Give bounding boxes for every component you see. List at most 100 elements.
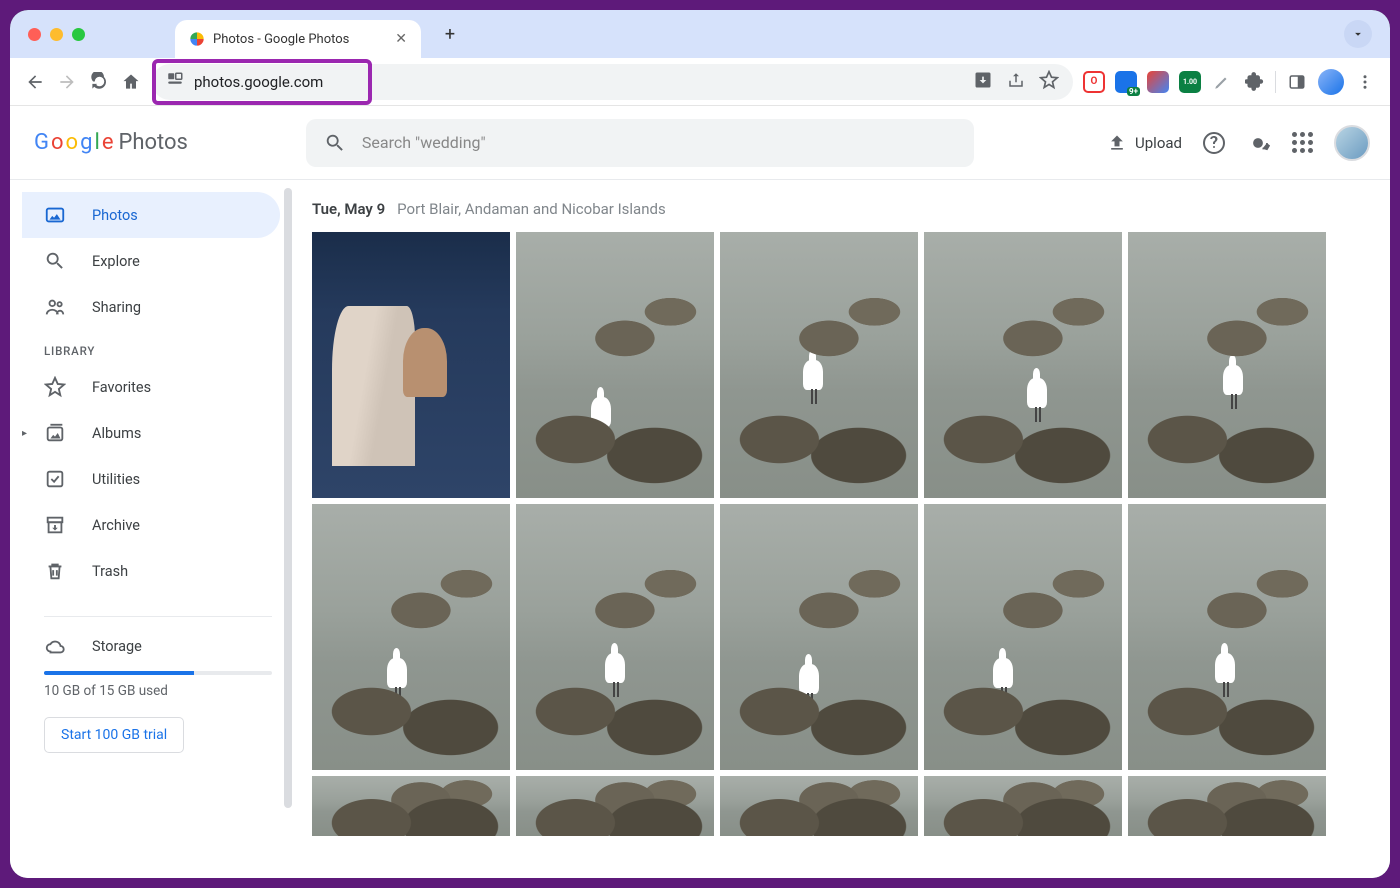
logo-suffix: Photos	[118, 130, 187, 155]
sidebar-item-utilities[interactable]: Utilities	[22, 456, 280, 502]
apps-grid-icon	[1292, 132, 1313, 153]
maximize-window-icon[interactable]	[72, 28, 85, 41]
google-photos-logo[interactable]: Google Photos	[34, 130, 188, 155]
sidebar-item-trash[interactable]: Trash	[22, 548, 280, 594]
sidebar-item-label: Albums	[92, 425, 141, 442]
back-button[interactable]	[24, 71, 46, 93]
reload-button[interactable]	[88, 71, 110, 93]
forward-button[interactable]	[56, 71, 78, 93]
upload-label: Upload	[1135, 134, 1182, 152]
storage-row[interactable]: Storage	[22, 635, 294, 657]
photo-thumbnail[interactable]	[924, 776, 1122, 836]
upload-button[interactable]: Upload	[1107, 133, 1182, 153]
photo-thumbnail[interactable]	[516, 504, 714, 770]
photo-thumbnail[interactable]	[312, 504, 510, 770]
sidebar-item-favorites[interactable]: Favorites	[22, 364, 280, 410]
google-apps-button[interactable]	[1290, 131, 1314, 155]
bookmark-star-icon[interactable]	[1039, 70, 1059, 94]
photo-thumbnail[interactable]	[1128, 504, 1326, 770]
trash-icon	[44, 560, 66, 582]
url-text: photos.google.com	[194, 73, 323, 91]
install-app-icon[interactable]	[973, 70, 993, 94]
sidebar-item-label: Trash	[92, 563, 128, 580]
photos-icon	[44, 204, 66, 226]
separator	[1275, 71, 1276, 93]
photo-thumbnail[interactable]	[312, 776, 510, 836]
search-input[interactable]	[362, 133, 956, 152]
browser-tab[interactable]: Photos - Google Photos ✕	[175, 20, 421, 58]
close-window-icon[interactable]	[28, 28, 41, 41]
extension-green-icon[interactable]: 1.00	[1179, 71, 1201, 93]
photo-thumbnail[interactable]	[516, 776, 714, 836]
tab-title: Photos - Google Photos	[213, 32, 387, 47]
tabs-dropdown-button[interactable]	[1344, 20, 1372, 48]
photo-thumbnail[interactable]	[720, 504, 918, 770]
browser-profile-avatar[interactable]	[1318, 69, 1344, 95]
photo-grid-content: Tue, May 9 Port Blair, Andaman and Nicob…	[294, 180, 1390, 878]
utilities-icon	[44, 468, 66, 490]
sidebar-item-label: Archive	[92, 517, 140, 534]
photo-thumbnail[interactable]	[312, 232, 510, 498]
sidebar-item-label: Photos	[92, 207, 138, 224]
photo-thumbnail[interactable]	[720, 776, 918, 836]
search-bar[interactable]	[306, 119, 974, 167]
photo-thumbnail[interactable]	[1128, 232, 1326, 498]
storage-label: Storage	[92, 638, 142, 655]
extension-blue-icon[interactable]: 9+	[1115, 71, 1137, 93]
caret-right-icon: ▸	[22, 428, 27, 439]
opera-extension-icon[interactable]: O	[1083, 71, 1105, 93]
app-container: Google Photos Upload	[10, 106, 1390, 878]
photos-favicon-icon	[189, 31, 205, 47]
help-button[interactable]	[1202, 131, 1226, 155]
sidebar-item-photos[interactable]: Photos	[22, 192, 280, 238]
close-tab-icon[interactable]: ✕	[395, 31, 407, 47]
home-button[interactable]	[120, 71, 142, 93]
sidebar-item-label: Sharing	[92, 299, 141, 316]
extensions-button[interactable]	[1243, 71, 1265, 93]
photo-thumbnail[interactable]	[924, 504, 1122, 770]
chevron-down-icon	[1351, 27, 1365, 41]
photo-thumbnail[interactable]	[924, 232, 1122, 498]
sidebar-item-albums[interactable]: ▸ Albums	[22, 410, 280, 456]
storage-usage-text: 10 GB of 15 GB used	[22, 683, 294, 699]
settings-button[interactable]	[1246, 131, 1270, 155]
sidebar-item-archive[interactable]: Archive	[22, 502, 280, 548]
side-panel-icon[interactable]	[1286, 71, 1308, 93]
search-icon	[324, 132, 346, 154]
start-trial-button[interactable]: Start 100 GB trial	[44, 717, 184, 753]
share-icon[interactable]	[1007, 71, 1025, 93]
browser-toolbar: photos.google.com O 9+ 1.00	[10, 58, 1390, 106]
photo-thumbnail[interactable]	[516, 232, 714, 498]
divider	[44, 616, 272, 617]
scrollbar[interactable]	[284, 188, 292, 808]
browser-tab-bar: Photos - Google Photos ✕ +	[10, 10, 1390, 58]
site-info-icon[interactable]	[166, 71, 184, 93]
new-tab-button[interactable]: +	[435, 19, 465, 49]
app-header: Google Photos Upload	[10, 106, 1390, 180]
browser-menu-icon[interactable]	[1354, 71, 1376, 93]
search-icon	[44, 250, 66, 272]
location-label: Port Blair, Andaman and Nicobar Islands	[397, 200, 666, 218]
sidebar-item-label: Utilities	[92, 471, 140, 488]
cloud-icon	[44, 635, 66, 657]
address-bar[interactable]: photos.google.com	[152, 64, 1073, 100]
sidebar-item-label: Explore	[92, 253, 140, 270]
account-avatar[interactable]	[1334, 125, 1370, 161]
sidebar-item-label: Favorites	[92, 379, 151, 396]
window-controls	[28, 28, 85, 41]
sidebar-item-sharing[interactable]: Sharing	[22, 284, 280, 330]
albums-icon	[44, 422, 66, 444]
photo-thumbnail[interactable]	[720, 232, 918, 498]
date-header: Tue, May 9 Port Blair, Andaman and Nicob…	[312, 200, 1390, 218]
minimize-window-icon[interactable]	[50, 28, 63, 41]
storage-progress	[44, 671, 272, 675]
date-label: Tue, May 9	[312, 200, 385, 218]
upload-icon	[1107, 133, 1127, 153]
extension-multicolor-icon[interactable]	[1147, 71, 1169, 93]
extension-quill-icon[interactable]	[1211, 71, 1233, 93]
photo-thumbnail[interactable]	[1128, 776, 1326, 836]
star-icon	[44, 376, 66, 398]
sharing-icon	[44, 296, 66, 318]
sidebar-item-explore[interactable]: Explore	[22, 238, 280, 284]
archive-icon	[44, 514, 66, 536]
